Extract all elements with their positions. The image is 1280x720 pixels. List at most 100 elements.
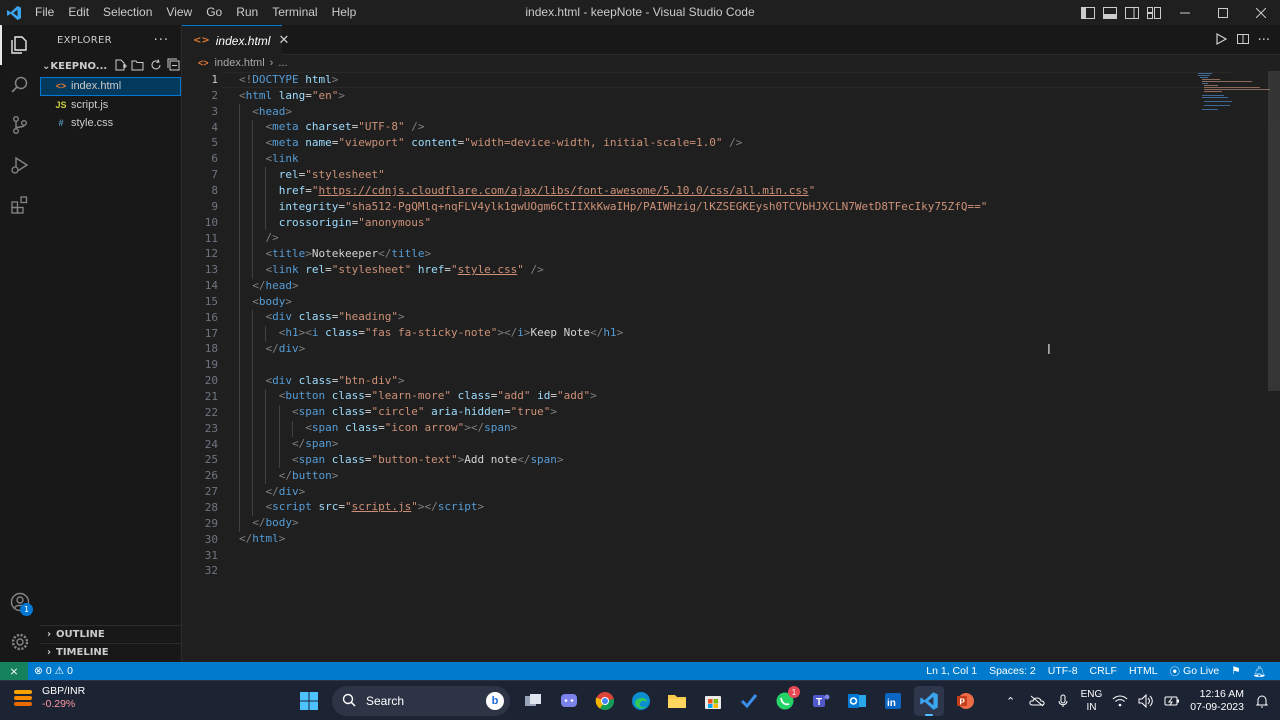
code-line-2: <html lang="en"> <box>239 89 345 102</box>
notification-center-icon[interactable] <box>1254 693 1270 709</box>
taskbar-search[interactable]: Search b <box>332 686 510 716</box>
problems-indicator[interactable]: ⊗ 0 ⚠ 0 <box>28 665 79 677</box>
refresh-icon[interactable] <box>149 58 163 75</box>
toggle-sidebar-icon[interactable] <box>1080 5 1096 21</box>
split-editor-icon[interactable] <box>1236 32 1250 49</box>
explorer-icon[interactable] <box>0 25 40 65</box>
menu-file[interactable]: File <box>28 0 61 25</box>
task-view-icon[interactable] <box>518 686 548 716</box>
wifi-icon[interactable] <box>1112 693 1128 709</box>
feedback-icon[interactable]: ⚑ <box>1225 665 1246 677</box>
menu-help[interactable]: Help <box>325 0 364 25</box>
new-file-icon[interactable] <box>113 58 128 75</box>
code-line-29: </body> <box>252 516 299 529</box>
system-tray: ⌃ ENG IN 12:16 AM 07-09-2023 <box>1003 681 1270 720</box>
settings-gear-icon[interactable] <box>0 622 40 662</box>
widgets-button[interactable]: GBP/INR -0.29% <box>12 685 85 711</box>
workspace-folder[interactable]: ⌄ KEEPNO... <box>40 55 181 77</box>
chevron-down-icon: ⌄ <box>42 60 51 72</box>
new-folder-icon[interactable] <box>131 58 145 75</box>
file-script-js[interactable]: JS script.js <box>40 96 181 115</box>
cursor-position[interactable]: Ln 1, Col 1 <box>920 665 983 677</box>
file-index-html[interactable]: <> index.html <box>40 77 181 96</box>
outline-section[interactable]: › OUTLINE <box>40 625 182 643</box>
file-style-css[interactable]: # style.css <box>40 114 181 133</box>
encoding[interactable]: UTF-8 <box>1042 665 1084 677</box>
tab-index-html[interactable]: <> index.html ✕ <box>182 25 289 55</box>
status-right: Ln 1, Col 1 Spaces: 2 UTF-8 CRLF HTML ⦿ … <box>920 662 1272 680</box>
line-number: 31 <box>204 549 218 562</box>
whatsapp-icon[interactable]: 1 <box>770 686 800 716</box>
teams-icon[interactable]: T <box>806 686 836 716</box>
toggle-secondary-sidebar-icon[interactable] <box>1124 5 1140 21</box>
menu-edit[interactable]: Edit <box>61 0 96 25</box>
minimap[interactable] <box>1196 71 1270 111</box>
code-editor[interactable]: 1 2 3 4 5 6 7 8 9 10 11 12 13 14 15 16 17 18 19 20 21 22 23 24 2… <box>182 71 1280 662</box>
error-icon: ⊗ <box>34 665 43 677</box>
vertical-scrollbar[interactable] <box>1268 71 1280 391</box>
menu-view[interactable]: View <box>159 0 199 25</box>
language-indicator[interactable]: ENG IN <box>1081 688 1103 714</box>
battery-icon[interactable] <box>1164 693 1180 709</box>
search-placeholder: Search <box>366 694 405 708</box>
clock-date: 07-09-2023 <box>1190 701 1244 713</box>
minimize-button[interactable] <box>1166 0 1204 25</box>
powerpoint-icon[interactable]: P <box>950 686 980 716</box>
breadcrumb: <> index.html › ... <box>182 55 1280 71</box>
more-actions-icon[interactable]: ··· <box>154 33 169 48</box>
go-live-button[interactable]: ⦿ Go Live <box>1164 664 1226 679</box>
line-number: 17 <box>204 327 218 340</box>
extensions-icon[interactable] <box>0 185 40 225</box>
breadcrumb-file[interactable]: index.html <box>215 57 265 69</box>
language-code: ENG <box>1080 689 1103 700</box>
search-icon[interactable] <box>0 65 40 105</box>
bing-icon: b <box>486 692 504 710</box>
onedrive-icon[interactable] <box>1028 693 1045 709</box>
widget-change: -0.29% <box>42 698 76 710</box>
source-control-icon[interactable] <box>0 105 40 145</box>
menu-selection[interactable]: Selection <box>96 0 159 25</box>
microsoft-store-icon[interactable] <box>698 686 728 716</box>
microphone-icon[interactable] <box>1055 693 1071 709</box>
todo-icon[interactable] <box>734 686 764 716</box>
notifications-bell-icon[interactable]: 🔔︎ <box>1247 665 1272 678</box>
breadcrumb-symbols[interactable]: ... <box>278 57 287 69</box>
chrome-icon[interactable] <box>590 686 620 716</box>
run-debug-icon[interactable] <box>0 145 40 185</box>
file-label: style.css <box>71 117 114 130</box>
language-mode[interactable]: HTML <box>1123 665 1164 677</box>
remote-indicator-icon[interactable]: ⨯ <box>0 662 28 680</box>
customize-layout-icon[interactable] <box>1146 5 1162 21</box>
run-file-icon[interactable] <box>1214 32 1228 49</box>
code-line-1: <!DOCTYPE html> <box>239 73 339 86</box>
menu-go[interactable]: Go <box>199 0 229 25</box>
line-endings[interactable]: CRLF <box>1084 665 1123 677</box>
edge-icon[interactable] <box>626 686 656 716</box>
line-number: 11 <box>204 232 218 245</box>
clock[interactable]: 12:16 AM 07-09-2023 <box>1190 688 1244 714</box>
teams-chat-icon[interactable] <box>554 686 584 716</box>
maximize-button[interactable] <box>1204 0 1242 25</box>
outlook-icon[interactable] <box>842 686 872 716</box>
close-tab-icon[interactable]: ✕ <box>278 33 289 48</box>
line-numbers: 1 2 3 4 5 6 7 8 9 10 11 12 13 14 15 16 17 18 19 20 21 22 23 24 2… <box>182 71 222 662</box>
code-line-14: </head> <box>252 279 299 292</box>
collapse-all-icon[interactable] <box>167 58 181 75</box>
indentation[interactable]: Spaces: 2 <box>983 665 1042 677</box>
code-line-5: <meta name="viewport" content="width=dev… <box>265 136 743 149</box>
start-button[interactable] <box>294 686 324 716</box>
accounts-icon[interactable]: 1 <box>0 582 40 622</box>
vscode-taskbar-icon[interactable] <box>914 686 944 716</box>
volume-icon[interactable] <box>1138 693 1154 709</box>
line-number: 4 <box>211 121 218 134</box>
menu-terminal[interactable]: Terminal <box>265 0 324 25</box>
menu-run[interactable]: Run <box>229 0 265 25</box>
more-actions-icon[interactable]: ··· <box>1258 33 1270 48</box>
chevron-up-icon[interactable]: ⌃ <box>1003 693 1019 709</box>
toggle-panel-icon[interactable] <box>1102 5 1118 21</box>
linkedin-icon[interactable]: in <box>878 686 908 716</box>
close-button[interactable] <box>1242 0 1280 25</box>
timeline-section[interactable]: › TIMELINE <box>40 643 182 661</box>
file-explorer-icon[interactable] <box>662 686 692 716</box>
